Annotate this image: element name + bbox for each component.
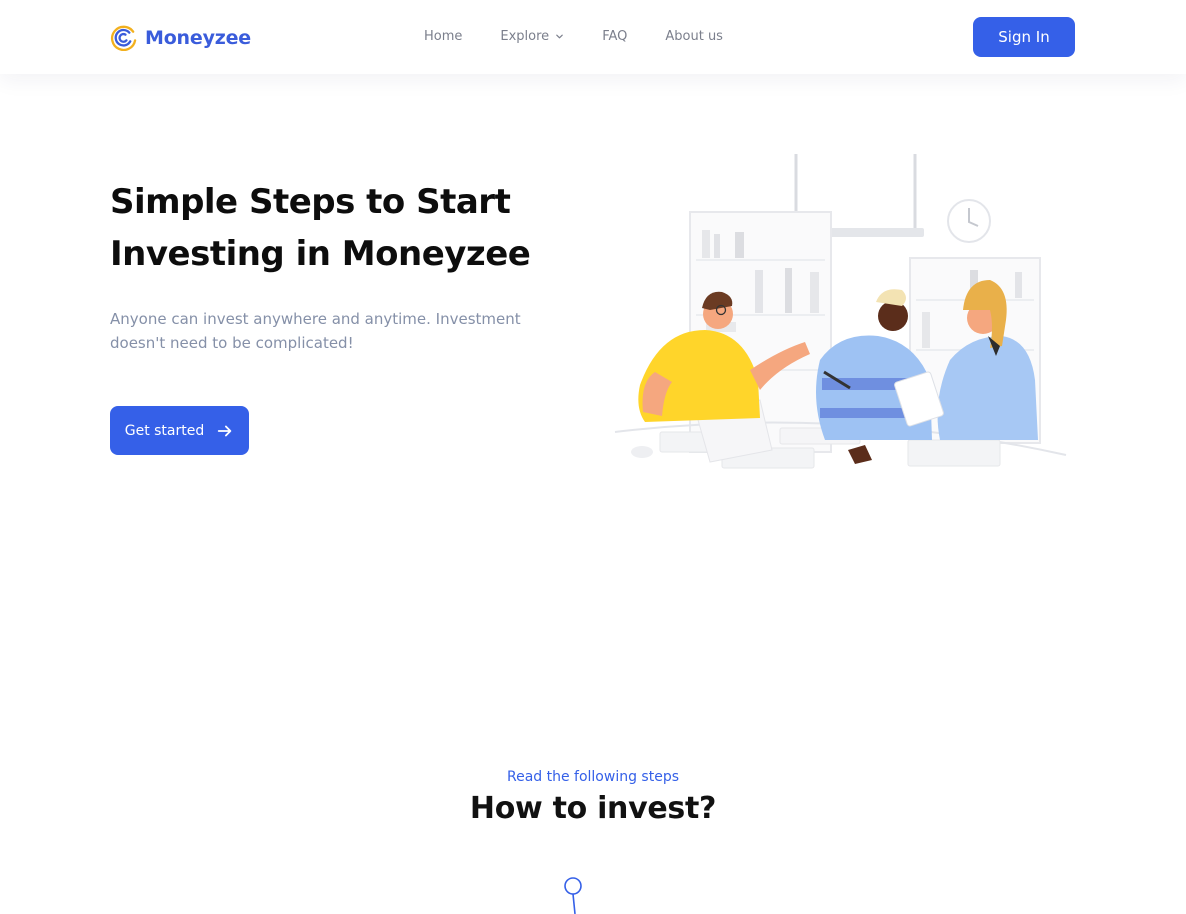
hero-title-line-1: Simple Steps to Start [110,182,511,222]
nav-faq[interactable]: FAQ [602,29,627,44]
nav-home[interactable]: Home [424,29,462,44]
get-started-label: Get started [124,422,205,439]
hero-title-line-2: Investing in Moneyzee [110,234,531,274]
get-started-button[interactable]: Get started [110,406,249,455]
nav-explore-label: Explore [500,29,550,44]
sign-in-button[interactable]: Sign In [973,17,1075,57]
spiral-logo-icon [111,25,137,51]
team-meeting-illustration [614,154,1067,469]
timeline-pin-icon [564,877,582,914]
brand-name: Moneyzee [145,26,251,49]
steps-kicker: Read the following steps [506,769,680,785]
arrow-right-icon [218,425,232,436]
steps-title: How to invest? [469,791,717,826]
brand-logo[interactable]: Moneyzee [110,24,251,51]
nav-explore[interactable]: Explore [500,29,564,44]
nav-about-us[interactable]: About us [665,29,723,44]
main-nav: Home Explore FAQ About us [424,29,723,44]
hero-title: Simple Steps to Start Investing in Money… [110,176,580,280]
hero-subtitle: Anyone can invest anywhere and anytime. … [110,310,521,352]
chevron-down-icon [556,34,563,39]
top-navbar: Moneyzee Home Explore FAQ About us Sign … [0,0,1186,74]
